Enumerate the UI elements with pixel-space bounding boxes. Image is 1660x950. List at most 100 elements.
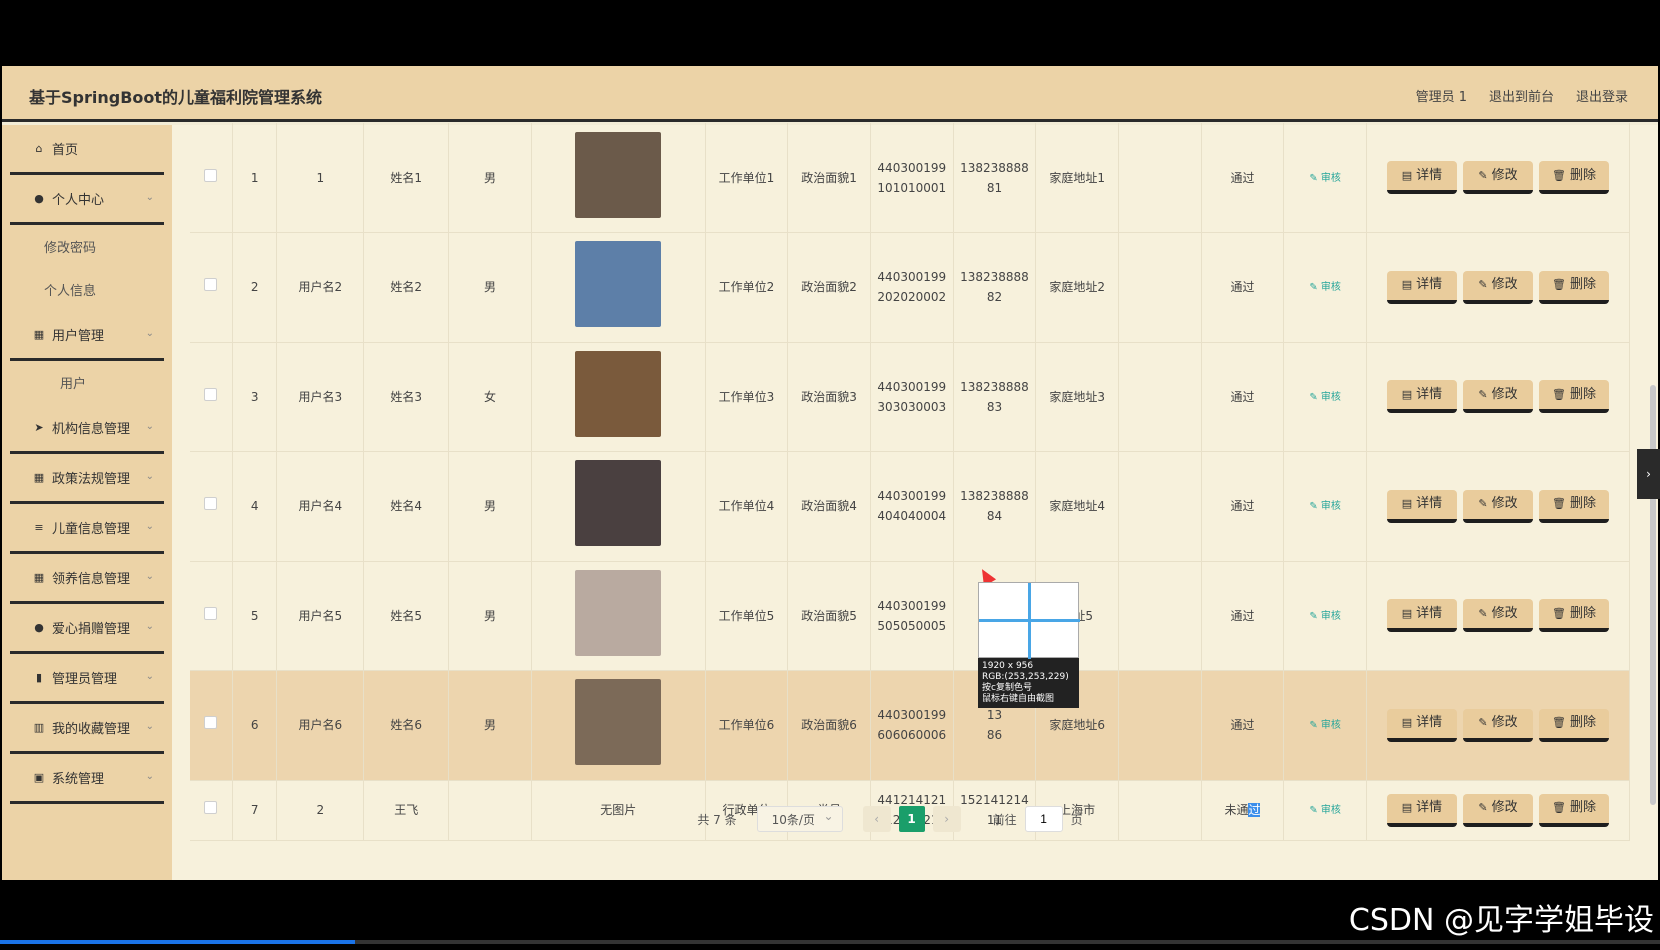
sidebar-item-1[interactable]: ● 个人中心 ⌄ <box>10 175 164 225</box>
delete-button[interactable]: 🗑 删除 <box>1538 161 1609 194</box>
name-cell: 姓名1 <box>363 123 450 233</box>
row-checkbox[interactable] <box>204 278 218 292</box>
name-cell: 姓名4 <box>363 451 450 562</box>
sidebar-subitem-2[interactable]: 修改密码 <box>2 225 172 268</box>
admin-user-link[interactable]: 管理员 1 <box>1416 86 1467 105</box>
sidebar-subitem-3[interactable]: 个人信息 <box>2 268 172 311</box>
edit-button[interactable]: ✎ 修改 <box>1462 270 1533 304</box>
pencil-icon: ✎ <box>1478 716 1488 730</box>
verify-label: 审核 <box>1320 610 1341 622</box>
edit-label: 修改 <box>1491 277 1518 293</box>
sidebar-item-11[interactable]: ▮ 管理员管理 ⌄ <box>10 654 164 704</box>
edit-button[interactable]: ✎ 修改 <box>1462 708 1533 742</box>
chevron-down-icon: ⌄ <box>145 671 154 682</box>
video-progress-bar[interactable] <box>0 940 1660 944</box>
actions-cell: ▤ 详情 ✎ 修改 🗑 删除 <box>1366 123 1631 233</box>
page-unit-label: 页 <box>1070 812 1083 827</box>
phone-part: 82 <box>986 290 1003 305</box>
delete-button[interactable]: 🗑 删除 <box>1538 270 1609 304</box>
scrollbar[interactable] <box>1648 125 1658 880</box>
next-page-button[interactable]: › <box>932 806 961 832</box>
id-number-cell: 440300199 101010001 <box>870 123 954 233</box>
index-cell: 2 <box>232 232 278 343</box>
edit-button[interactable]: ✎ 修改 <box>1462 380 1533 414</box>
id-part: 303030003 <box>877 399 947 414</box>
table-row: 6 用户名6 姓名6 男 工作单位6 政治面貌6 440300199 606060006 13 8… <box>190 670 1631 781</box>
id-part: 101010001 <box>877 180 947 195</box>
logout-link[interactable]: 退出登录 <box>1576 86 1628 105</box>
status-cell: 通过 <box>1201 232 1285 343</box>
sidebar-item-10[interactable]: ● 爱心捐赠管理 ⌄ <box>10 604 164 654</box>
detail-button[interactable]: ▤ 详情 <box>1386 380 1457 414</box>
page-size-select[interactable]: 10条/页 <box>756 806 843 832</box>
sidebar-item-6[interactable]: ➤ 机构信息管理 ⌄ <box>10 404 164 454</box>
back-to-front-link[interactable]: 退出到前台 <box>1489 86 1554 105</box>
chevron-down-icon: ⌄ <box>145 521 154 532</box>
delete-button[interactable]: 🗑 删除 <box>1538 489 1609 523</box>
row-checkbox[interactable] <box>204 497 218 511</box>
address-cell: 家庭地址1 <box>1035 123 1119 233</box>
detail-button[interactable]: ▤ 详情 <box>1386 708 1457 742</box>
row-checkbox[interactable] <box>204 716 218 730</box>
sidebar-item-8[interactable]: ≡ 儿童信息管理 ⌄ <box>10 504 164 554</box>
chevron-down-icon: ⌄ <box>145 721 154 732</box>
delete-button[interactable]: 🗑 删除 <box>1538 380 1609 414</box>
delete-button[interactable]: 🗑 删除 <box>1538 708 1609 742</box>
trash-icon: 🗑 <box>1551 606 1566 620</box>
verify-link[interactable]: ✎ 审核 <box>1309 173 1341 184</box>
sidebar-item-7[interactable]: ▦ 政策法规管理 ⌄ <box>10 454 164 504</box>
edit-button[interactable]: ✎ 修改 <box>1462 599 1533 633</box>
politics-cell: 政治面貌2 <box>787 232 871 343</box>
sidebar: ⌂ 首页 ● 个人中心 ⌄ 修改密码 个人信息 ▦ 用户管理 ⌄ 用户 ➤ 机构信息管理 ⌄ ▦ 政策法规管理… <box>2 125 172 880</box>
detail-button[interactable]: ▤ 详情 <box>1386 489 1457 523</box>
photo-thumbnail[interactable] <box>575 460 662 547</box>
verify-link[interactable]: ✎ 审核 <box>1309 611 1341 622</box>
row-checkbox[interactable] <box>204 168 218 182</box>
detail-button[interactable]: ▤ 详情 <box>1386 270 1457 304</box>
detail-button[interactable]: ▤ 详情 <box>1386 161 1457 194</box>
phone-part: 86 <box>986 728 1003 743</box>
row-checkbox[interactable] <box>204 387 218 401</box>
photo-thumbnail[interactable] <box>575 569 662 656</box>
app-window: 基于SpringBoot的儿童福利院管理系统 管理员 1 退出到前台 退出登录 … <box>2 66 1658 880</box>
sidebar-item-0[interactable]: ⌂ 首页 <box>10 125 164 175</box>
sidebar-item-13[interactable]: ▣ 系统管理 ⌄ <box>10 754 164 804</box>
photo-thumbnail[interactable] <box>575 241 662 328</box>
verify-link[interactable]: ✎ 审核 <box>1309 282 1341 293</box>
extra-cell <box>1118 123 1202 233</box>
detail-button[interactable]: ▤ 详情 <box>1386 599 1457 633</box>
verify-link[interactable]: ✎ 审核 <box>1309 392 1341 403</box>
main-content: 1 1 姓名1 男工作单位1 政治面貌1 440300199 101010001 138238… <box>172 123 1658 880</box>
extra-cell <box>1118 561 1202 671</box>
photo-thumbnail[interactable] <box>575 679 662 766</box>
row-checkbox[interactable] <box>204 606 218 620</box>
sidebar-item-label: 管理员管理 <box>52 672 118 687</box>
verify-link[interactable]: ✎ 审核 <box>1309 720 1341 731</box>
goto-page-input[interactable] <box>1024 806 1063 832</box>
phone-part: 81 <box>986 180 1003 195</box>
edit-label: 修改 <box>1491 496 1518 512</box>
edit-button[interactable]: ✎ 修改 <box>1462 161 1533 194</box>
delete-button[interactable]: 🗑 删除 <box>1538 599 1609 633</box>
document-icon: ▤ <box>1401 168 1413 182</box>
sidebar-item-4[interactable]: ▦ 用户管理 ⌄ <box>10 311 164 361</box>
edit-button[interactable]: ✎ 修改 <box>1462 489 1533 523</box>
scrollbar-thumb[interactable] <box>1650 385 1656 805</box>
list-icon: ≡ <box>34 521 44 534</box>
sidebar-item-9[interactable]: ▦ 领养信息管理 ⌄ <box>10 554 164 604</box>
photo-thumbnail[interactable] <box>575 131 662 218</box>
sidebar-item-12[interactable]: ▥ 我的收藏管理 ⌄ <box>10 704 164 754</box>
verify-link[interactable]: ✎ 审核 <box>1309 501 1341 512</box>
action-buttons: ▤ 详情 ✎ 修改 🗑 删除 <box>1367 489 1629 523</box>
side-expand-handle[interactable]: › <box>1637 449 1660 499</box>
sidebar-subitem-5[interactable]: 用户 <box>2 361 172 404</box>
work-unit-cell: 工作单位2 <box>705 232 789 343</box>
prev-page-button[interactable]: ‹ <box>862 806 891 832</box>
photo-thumbnail[interactable] <box>575 350 662 437</box>
work-unit-cell: 工作单位5 <box>705 561 789 671</box>
sidebar-item-label: 用户管理 <box>52 329 105 344</box>
status-cell: 通过 <box>1201 670 1285 781</box>
page-1-button[interactable]: 1 <box>898 806 925 832</box>
trash-icon: 🗑 <box>1551 497 1566 511</box>
gender-cell: 男 <box>448 451 532 562</box>
